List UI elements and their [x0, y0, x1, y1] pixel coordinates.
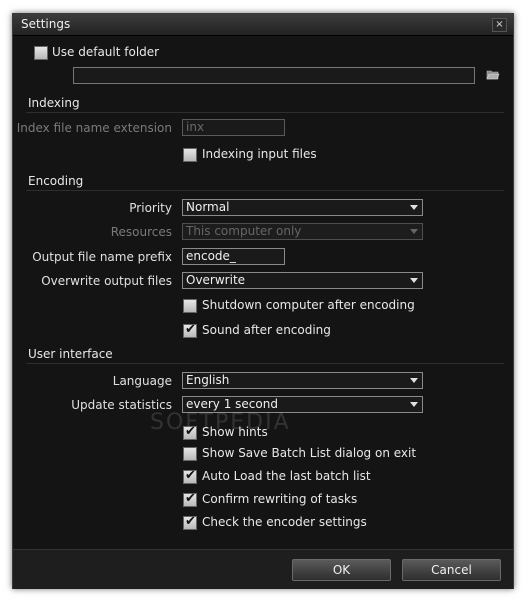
- update-statistics-label: Update statistics: [71, 398, 172, 412]
- chevron-down-icon: [410, 229, 418, 234]
- sound-checkbox[interactable]: ✔: [183, 322, 197, 338]
- ok-button[interactable]: OK: [292, 559, 391, 581]
- chevron-down-icon: [410, 402, 418, 407]
- encoding-section-title: Encoding: [28, 174, 84, 188]
- dialog-footer: OK Cancel: [13, 549, 513, 589]
- indexing-section-title: Indexing: [28, 96, 80, 110]
- folder-open-icon[interactable]: [486, 69, 500, 84]
- indexing-input-files-checkbox[interactable]: [183, 148, 197, 162]
- checkmark-icon: ✔: [185, 491, 196, 506]
- show-hints-label: Show hints: [202, 425, 268, 439]
- indexing-input-files-label: Indexing input files: [202, 147, 317, 161]
- shutdown-label: Shutdown computer after encoding: [202, 298, 415, 312]
- language-value: English: [186, 373, 230, 387]
- index-extension-input[interactable]: inx: [182, 119, 285, 136]
- index-extension-label: Index file name extension: [16, 121, 172, 135]
- chevron-down-icon: [410, 278, 418, 283]
- use-default-folder-checkbox[interactable]: [34, 46, 48, 60]
- auto-load-checkbox[interactable]: ✔: [183, 468, 197, 484]
- overwrite-label: Overwrite output files: [41, 274, 172, 288]
- update-statistics-value: every 1 second: [186, 397, 278, 411]
- output-prefix-input[interactable]: encode_: [182, 248, 285, 265]
- auto-load-label: Auto Load the last batch list: [202, 469, 371, 483]
- overwrite-value: Overwrite: [186, 273, 246, 287]
- close-icon[interactable]: ×: [492, 18, 507, 32]
- encoding-divider: [26, 190, 504, 191]
- overwrite-select[interactable]: Overwrite: [182, 272, 423, 289]
- title-bar[interactable]: Settings ×: [13, 14, 513, 36]
- checkmark-icon: ✔: [185, 514, 196, 529]
- save-batch-dialog-label: Show Save Batch List dialog on exit: [202, 446, 417, 460]
- save-batch-dialog-checkbox[interactable]: [183, 447, 197, 461]
- checkmark-icon: ✔: [185, 322, 196, 337]
- language-select[interactable]: English: [182, 372, 423, 389]
- ui-divider: [26, 363, 504, 364]
- priority-value: Normal: [186, 200, 230, 214]
- language-label: Language: [112, 374, 172, 388]
- show-hints-checkbox[interactable]: ✔: [183, 424, 197, 440]
- confirm-rewrite-label: Confirm rewriting of tasks: [202, 492, 358, 506]
- output-prefix-label: Output file name prefix: [32, 250, 172, 264]
- default-folder-path-input[interactable]: [73, 67, 475, 84]
- window-title: Settings: [21, 17, 71, 31]
- resources-label: Resources: [110, 225, 172, 239]
- checkmark-icon: ✔: [185, 468, 196, 483]
- resources-value: This computer only: [186, 224, 302, 238]
- priority-select[interactable]: Normal: [182, 199, 423, 216]
- shutdown-checkbox[interactable]: [183, 299, 197, 313]
- chevron-down-icon: [410, 205, 418, 210]
- checkmark-icon: ✔: [185, 424, 196, 439]
- indexing-divider: [26, 112, 504, 113]
- sound-label: Sound after encoding: [202, 323, 331, 337]
- chevron-down-icon: [410, 378, 418, 383]
- use-default-folder-label: Use default folder: [52, 45, 160, 59]
- check-encoder-checkbox[interactable]: ✔: [183, 514, 197, 530]
- ui-section-title: User interface: [28, 347, 113, 361]
- resources-select[interactable]: This computer only: [182, 223, 423, 240]
- check-encoder-label: Check the encoder settings: [202, 515, 367, 529]
- cancel-button[interactable]: Cancel: [402, 559, 501, 581]
- priority-label: Priority: [129, 201, 172, 215]
- settings-window: Settings × Use default folder Indexing I…: [12, 13, 514, 589]
- confirm-rewrite-checkbox[interactable]: ✔: [183, 491, 197, 507]
